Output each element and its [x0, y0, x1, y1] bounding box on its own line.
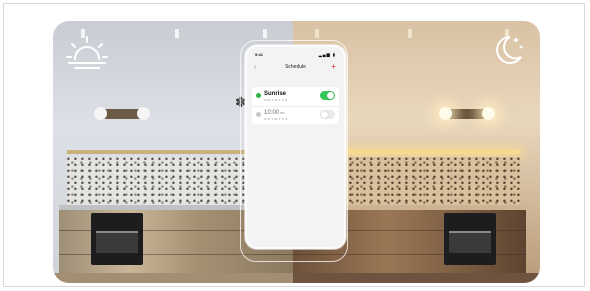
wood-floor: [293, 273, 540, 283]
status-bar: 9:41 ▂▄▆ ▮: [255, 52, 336, 58]
schedule-toggle[interactable]: [320, 91, 335, 100]
phone-screen: 9:41 ▂▄▆ ▮ ‹ Schedule + Sunrise S M T W …: [245, 45, 346, 249]
ceiling-spotlight: [263, 29, 267, 38]
sunrise-small-icon: [256, 93, 261, 98]
schedule-list: Sunrise S M T W T F S 10:00PM S M T W T …: [252, 87, 339, 124]
schedule-title: Sunrise: [264, 91, 287, 97]
ceiling-spotlight: [315, 29, 319, 38]
status-time: 9:41: [255, 52, 264, 57]
schedule-title: 10:00PM: [264, 110, 285, 116]
ceiling-spotlight: [408, 29, 412, 38]
nav-bar: ‹ Schedule +: [247, 61, 344, 77]
schedule-days: S M T W T F S: [264, 98, 288, 102]
schedule-ampm: PM: [280, 111, 285, 115]
schedule-toggle[interactable]: [320, 110, 335, 119]
schedule-row-1000pm[interactable]: 10:00PM S M T W T F S: [252, 106, 339, 125]
ceiling-spotlight: [175, 29, 179, 38]
schedule-row-sunrise[interactable]: Sunrise S M T W T F S: [252, 88, 339, 106]
wood-floor: [53, 273, 293, 283]
schedule-days: S M T W T F S: [264, 117, 288, 121]
wall-sconce: [439, 107, 495, 120]
page-title: Schedule: [285, 64, 306, 70]
signal-wifi-battery-icons: ▂▄▆ ▮: [318, 52, 336, 57]
clock-icon: [256, 112, 261, 117]
wall-sconce: [94, 107, 150, 120]
built-in-oven: [444, 213, 496, 265]
sunrise-icon: [66, 36, 108, 69]
plus-icon[interactable]: +: [331, 62, 336, 71]
built-in-oven: [91, 213, 143, 265]
moon-stars-icon: [496, 36, 523, 64]
